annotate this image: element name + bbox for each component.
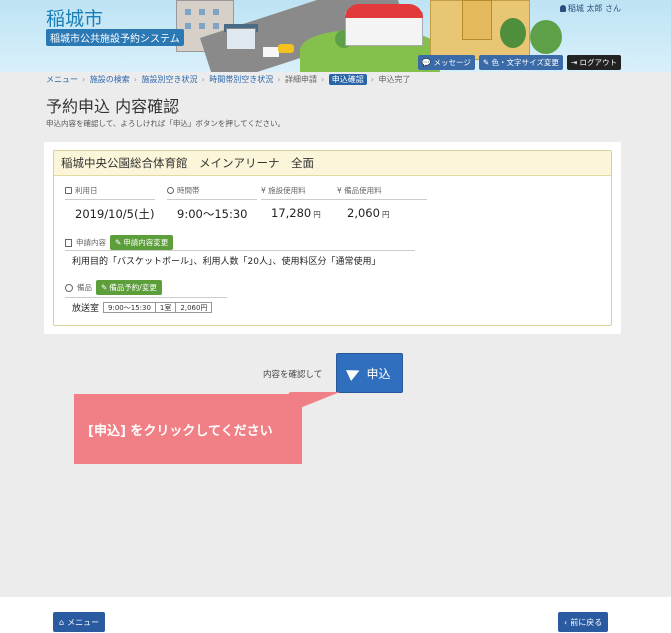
site-title[interactable]: 稲城市 bbox=[46, 4, 103, 31]
submit-label: 申込 bbox=[366, 366, 391, 381]
user-name: 稲城 太郎 さん bbox=[559, 3, 621, 14]
facility-fee-label-text: 施設使用料 bbox=[268, 186, 306, 195]
menu-label: メニュー bbox=[67, 617, 100, 627]
edit-application-label: 申請内容変更 bbox=[123, 238, 169, 247]
breadcrumb-search[interactable]: 施設の検索 bbox=[90, 75, 130, 84]
logout-button[interactable]: ⇥ ログアウト bbox=[566, 55, 621, 70]
time-label-text: 時間帯 bbox=[177, 186, 200, 195]
tree-illustration bbox=[500, 18, 526, 48]
car-illustration bbox=[278, 44, 294, 53]
clock-icon bbox=[167, 187, 174, 194]
user-name-label: 稲城 太郎 さん bbox=[567, 4, 621, 13]
system-name: 稲城市公共施設予約システム bbox=[46, 29, 184, 46]
facility-name: 稲城中央公園総合体育館 メインアリーナ 全面 bbox=[54, 151, 611, 176]
instruction-callout: [申込] をクリックしてください bbox=[74, 394, 302, 464]
text-size-label: 色・文字サイズ変更 bbox=[491, 58, 559, 67]
divider bbox=[65, 250, 415, 251]
page-description: 申込内容を確認して、よろしければ「申込」ボタンを押してください。 bbox=[46, 119, 285, 128]
equip-fee-label-text: 備品使用料 bbox=[344, 186, 382, 195]
date-value: 2019/10/5(土) bbox=[75, 207, 155, 221]
application-purpose: 利用目的「バスケットボール」、利用人数「20人」、使用料区分「通常使用」 bbox=[72, 257, 381, 267]
time-label: 時間帯 bbox=[167, 185, 257, 200]
person-icon bbox=[559, 5, 566, 12]
tower-illustration bbox=[462, 0, 492, 40]
footer: ⌂ メニュー ‹ 前に戻る bbox=[0, 597, 671, 633]
equipment-tags: 9:00〜15:30 1室 2,060円 bbox=[103, 302, 213, 313]
breadcrumb-time-availability[interactable]: 時間帯別空き状況 bbox=[209, 75, 273, 84]
equip-fee-label: ¥ 備品使用料 bbox=[337, 185, 427, 200]
application-row-label: 申請内容 ✎ 申請内容変更 bbox=[65, 235, 174, 250]
home-icon: ⌂ bbox=[59, 617, 65, 627]
facility-fee-amount: 17,280 bbox=[271, 206, 312, 220]
equipment-quantity: 1室 bbox=[155, 302, 177, 313]
breadcrumb-menu[interactable]: メニュー bbox=[46, 75, 78, 84]
equipment-row-label: 備品 ✎ 備品予約/変更 bbox=[65, 280, 162, 295]
send-icon bbox=[346, 365, 363, 381]
divider bbox=[65, 297, 227, 298]
submit-button[interactable]: 申込 bbox=[336, 353, 403, 393]
breadcrumb-detail: 詳細申請 bbox=[285, 75, 317, 84]
header: 稲城市 稲城市公共施設予約システム 稲城 太郎 さん 💬 メッセージ ✎ 色・文… bbox=[0, 0, 671, 72]
unit-label: 円 bbox=[381, 210, 390, 219]
date-field: 利用日 2019/10/5(土) bbox=[65, 185, 155, 222]
text-size-button[interactable]: ✎ 色・文字サイズ変更 bbox=[478, 55, 563, 70]
menu-button[interactable]: ⌂ メニュー bbox=[53, 612, 106, 632]
equip-fee-field: ¥ 備品使用料 2,060 円 bbox=[337, 185, 427, 220]
chevron-left-icon: ‹ bbox=[564, 617, 568, 627]
breadcrumb-complete: 申込完了 bbox=[378, 75, 411, 84]
page-title: 予約申込 内容確認 bbox=[46, 97, 180, 116]
equipment-time: 9:00〜15:30 bbox=[103, 302, 156, 313]
message-label: メッセージ bbox=[433, 58, 471, 67]
date-label-text: 利用日 bbox=[75, 186, 98, 195]
application-label: 申請内容 bbox=[76, 238, 106, 247]
equipment-price: 2,060円 bbox=[176, 302, 213, 313]
equipment-name: 放送室 bbox=[72, 304, 100, 314]
equipment-label: 備品 bbox=[77, 283, 92, 292]
reservation-panel: 稲城中央公園総合体育館 メインアリーナ 全面 利用日 2019/10/5(土) … bbox=[44, 142, 621, 334]
equip-fee-value: 2,060 円 bbox=[337, 206, 427, 220]
time-field: 時間帯 9:00〜15:30 bbox=[167, 185, 257, 222]
header-buttons: 💬 メッセージ ✎ 色・文字サイズ変更 ⇥ ログアウト bbox=[417, 55, 621, 70]
gym-roof-illustration bbox=[345, 4, 423, 18]
back-button[interactable]: ‹ 前に戻る bbox=[558, 612, 609, 632]
message-button[interactable]: 💬 メッセージ bbox=[417, 55, 475, 70]
date-label: 利用日 bbox=[65, 185, 155, 200]
unit-label: 円 bbox=[313, 210, 321, 219]
house-illustration bbox=[226, 28, 256, 50]
equipment-item: 放送室 9:00〜15:30 1室 2,060円 bbox=[72, 301, 213, 314]
confirm-prompt: 内容を確認して bbox=[263, 370, 323, 380]
breadcrumb-facility-availability[interactable]: 施設別空き状況 bbox=[142, 75, 198, 84]
breadcrumb-current: 申込確認 bbox=[328, 74, 367, 85]
edit-equipment-button[interactable]: ✎ 備品予約/変更 bbox=[96, 280, 162, 295]
document-icon bbox=[65, 238, 72, 247]
gear-icon bbox=[65, 283, 73, 292]
breadcrumb: メニュー › 施設の検索 › 施設別空き状況 › 時間帯別空き状況 › 詳細申請 › 申込… bbox=[46, 74, 411, 85]
reservation-card: 稲城中央公園総合体育館 メインアリーナ 全面 利用日 2019/10/5(土) … bbox=[53, 150, 612, 326]
logout-label: ログアウト bbox=[579, 58, 618, 67]
time-value: 9:00〜15:30 bbox=[177, 207, 248, 221]
equip-fee-amount: 2,060 bbox=[347, 206, 380, 220]
edit-equipment-label: 備品予約/変更 bbox=[109, 283, 157, 292]
back-label: 前に戻る bbox=[570, 617, 603, 627]
tree-illustration bbox=[530, 20, 562, 54]
calendar-icon bbox=[65, 187, 72, 194]
edit-application-button[interactable]: ✎ 申請内容変更 bbox=[110, 235, 174, 250]
